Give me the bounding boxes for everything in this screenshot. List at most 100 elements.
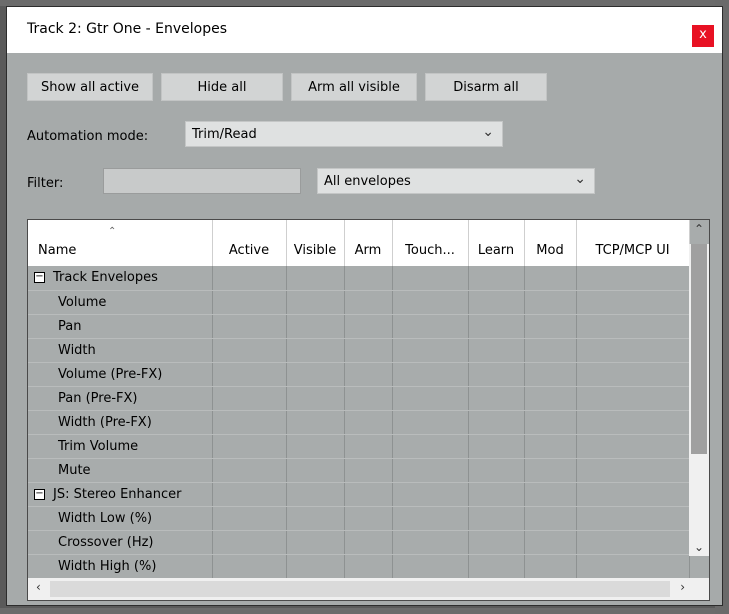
column-header-mod[interactable]: Mod <box>524 220 577 266</box>
envelope-cell[interactable] <box>212 290 287 315</box>
column-header-touch[interactable]: Touch... <box>392 220 469 266</box>
envelope-cell[interactable] <box>286 338 345 363</box>
envelope-cell[interactable] <box>344 386 393 411</box>
envelope-cell[interactable] <box>468 266 525 291</box>
envelope-cell[interactable] <box>344 482 393 507</box>
envelope-cell[interactable] <box>344 458 393 483</box>
envelope-cell[interactable] <box>576 506 690 531</box>
envelope-cell[interactable] <box>524 554 577 579</box>
column-header-learn[interactable]: Learn <box>468 220 525 266</box>
envelope-row[interactable]: Crossover (Hz) <box>28 530 690 555</box>
envelope-cell[interactable] <box>212 314 287 339</box>
envelope-cell[interactable] <box>524 506 577 531</box>
envelope-row[interactable]: Width <box>28 338 690 363</box>
envelope-cell[interactable] <box>468 458 525 483</box>
column-header-name[interactable]: ⌃ Name <box>28 220 213 266</box>
envelope-cell[interactable] <box>468 314 525 339</box>
envelope-cell[interactable] <box>212 530 287 555</box>
envelope-cell[interactable] <box>286 290 345 315</box>
envelope-cell[interactable] <box>524 266 577 291</box>
envelope-name-cell[interactable]: Crossover (Hz) <box>28 530 213 555</box>
envelope-row[interactable]: Width Low (%) <box>28 506 690 531</box>
envelope-row[interactable]: Trim Volume <box>28 434 690 459</box>
envelope-name-cell[interactable]: Trim Volume <box>28 434 213 459</box>
envelope-cell[interactable] <box>524 434 577 459</box>
envelope-cell[interactable] <box>392 386 469 411</box>
envelope-row[interactable]: Pan <box>28 314 690 339</box>
envelope-cell[interactable] <box>212 266 287 291</box>
disarm-all-button[interactable]: Disarm all <box>425 73 547 101</box>
envelope-filter-select[interactable]: All envelopes ⌄ <box>317 168 595 194</box>
collapse-box-icon[interactable]: − <box>34 488 45 500</box>
envelope-name-cell[interactable]: Pan <box>28 314 213 339</box>
arrow-right-icon[interactable]: › <box>680 580 685 594</box>
envelope-cell[interactable] <box>576 434 690 459</box>
envelope-cell[interactable] <box>212 554 287 579</box>
envelope-row[interactable]: Pan (Pre-FX) <box>28 386 690 411</box>
envelope-cell[interactable] <box>468 482 525 507</box>
envelope-cell[interactable] <box>524 338 577 363</box>
envelope-cell[interactable] <box>524 530 577 555</box>
envelope-cell[interactable] <box>286 410 345 435</box>
filter-input[interactable] <box>103 168 301 194</box>
envelope-name-cell[interactable]: − JS: Stereo Enhancer <box>28 482 213 507</box>
envelope-cell[interactable] <box>286 506 345 531</box>
envelope-list[interactable]: ⌃ Name Active Visible Arm Touch... Learn… <box>27 219 710 601</box>
envelope-cell[interactable] <box>212 410 287 435</box>
envelope-cell[interactable] <box>392 314 469 339</box>
envelope-name-cell[interactable]: Width <box>28 338 213 363</box>
arm-all-visible-button[interactable]: Arm all visible <box>291 73 417 101</box>
envelope-cell[interactable] <box>212 458 287 483</box>
envelope-cell[interactable] <box>576 386 690 411</box>
envelope-name-cell[interactable]: Volume <box>28 290 213 315</box>
envelope-name-cell[interactable]: Width Low (%) <box>28 506 213 531</box>
group-row[interactable]: − JS: Stereo Enhancer <box>28 482 690 507</box>
envelope-cell[interactable] <box>344 434 393 459</box>
group-row[interactable]: − Track Envelopes <box>28 266 690 291</box>
envelope-cell[interactable] <box>344 290 393 315</box>
hide-all-button[interactable]: Hide all <box>161 73 283 101</box>
collapse-box-icon[interactable]: − <box>34 272 45 284</box>
vertical-scroll-thumb[interactable] <box>691 244 707 454</box>
horizontal-scrollbar[interactable]: ‹ › <box>28 578 709 600</box>
horizontal-scroll-thumb[interactable] <box>50 581 670 597</box>
envelope-cell[interactable] <box>344 338 393 363</box>
envelope-name-cell[interactable]: Width High (%) <box>28 554 213 579</box>
envelope-cell[interactable] <box>576 458 690 483</box>
arrow-down-icon[interactable]: ⌄ <box>689 540 709 554</box>
envelope-cell[interactable] <box>392 530 469 555</box>
envelope-row[interactable]: Width (Pre-FX) <box>28 410 690 435</box>
envelope-cell[interactable] <box>392 434 469 459</box>
vertical-scrollbar[interactable]: ⌃ ⌄ <box>689 222 709 556</box>
envelope-cell[interactable] <box>576 314 690 339</box>
column-header-arm[interactable]: Arm <box>344 220 393 266</box>
envelope-cell[interactable] <box>576 338 690 363</box>
envelope-cell[interactable] <box>344 314 393 339</box>
envelope-cell[interactable] <box>392 482 469 507</box>
envelope-cell[interactable] <box>286 266 345 291</box>
envelope-cell[interactable] <box>344 362 393 387</box>
envelope-cell[interactable] <box>344 530 393 555</box>
envelope-cell[interactable] <box>344 410 393 435</box>
envelope-cell[interactable] <box>392 410 469 435</box>
envelope-cell[interactable] <box>524 386 577 411</box>
envelope-name-cell[interactable]: Volume (Pre-FX) <box>28 362 213 387</box>
envelope-cell[interactable] <box>576 266 690 291</box>
envelope-cell[interactable] <box>576 482 690 507</box>
envelope-cell[interactable] <box>576 362 690 387</box>
envelope-cell[interactable] <box>468 362 525 387</box>
envelope-cell[interactable] <box>468 554 525 579</box>
close-button[interactable]: x <box>692 25 714 47</box>
envelope-cell[interactable] <box>286 362 345 387</box>
envelope-cell[interactable] <box>468 530 525 555</box>
envelope-cell[interactable] <box>392 338 469 363</box>
envelope-cell[interactable] <box>524 410 577 435</box>
envelope-cell[interactable] <box>468 434 525 459</box>
envelope-cell[interactable] <box>576 290 690 315</box>
column-header-visible[interactable]: Visible <box>286 220 345 266</box>
envelope-name-cell[interactable]: Mute <box>28 458 213 483</box>
show-all-active-button[interactable]: Show all active <box>27 73 153 101</box>
envelope-cell[interactable] <box>392 290 469 315</box>
arrow-left-icon[interactable]: ‹ <box>36 580 41 594</box>
envelope-cell[interactable] <box>286 386 345 411</box>
